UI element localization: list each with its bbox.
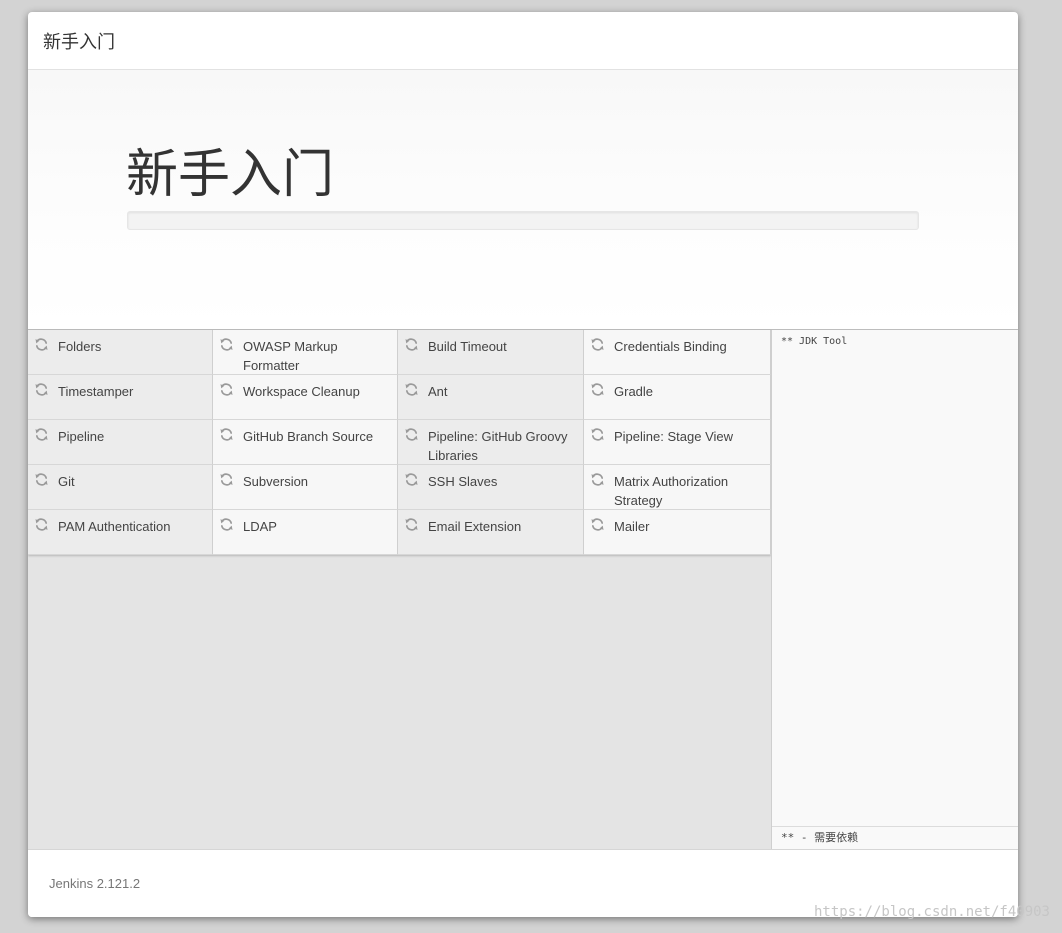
- plugin-name: Ant: [428, 384, 448, 399]
- plugin-name: Mailer: [614, 519, 650, 534]
- refresh-icon: [404, 472, 419, 487]
- plugin-item: PAM Authentication: [28, 510, 213, 555]
- plugin-item: LDAP: [213, 510, 398, 555]
- plugin-name: Pipeline: Stage View: [614, 429, 734, 444]
- refresh-icon: [34, 337, 49, 352]
- refresh-icon: [590, 337, 605, 352]
- refresh-icon: [590, 427, 605, 442]
- plugin-item: SSH Slaves: [398, 465, 584, 510]
- refresh-icon: [404, 337, 419, 352]
- plugin-name: Email Extension: [428, 519, 522, 534]
- refresh-icon: [219, 472, 234, 487]
- plugin-item: Pipeline: GitHub Groovy Libraries: [398, 420, 584, 465]
- plugin-item: Ant: [398, 375, 584, 420]
- plugin-name: Gradle: [614, 384, 654, 399]
- plugin-item: Folders: [28, 330, 213, 375]
- refresh-icon: [404, 382, 419, 397]
- plugin-name: OWASP Markup Formatter: [243, 339, 338, 373]
- refresh-icon: [219, 337, 234, 352]
- dialog-title: 新手入门: [43, 31, 115, 52]
- plugin-name: GitHub Branch Source: [243, 429, 374, 444]
- plugin-name: Git: [58, 474, 75, 489]
- plugin-item: Email Extension: [398, 510, 584, 555]
- plugin-item: Credentials Binding: [584, 330, 771, 375]
- watermark: https://blog.csdn.net/f40903: [813, 904, 1050, 920]
- plugin-name: Subversion: [243, 474, 309, 489]
- plugin-name: LDAP: [243, 519, 277, 534]
- plugin-name: SSH Slaves: [428, 474, 498, 489]
- hero-title: 新手入门: [126, 145, 335, 205]
- install-progress-bar: [127, 211, 919, 230]
- refresh-icon: [219, 382, 234, 397]
- plugin-name: Pipeline: [58, 429, 105, 444]
- refresh-icon: [590, 472, 605, 487]
- plugin-item: Workspace Cleanup: [213, 375, 398, 420]
- plugin-item: GitHub Branch Source: [213, 420, 398, 465]
- install-log-text: ** JDK Tool: [781, 336, 848, 347]
- refresh-icon: [34, 427, 49, 442]
- plugin-item: OWASP Markup Formatter: [213, 330, 398, 375]
- install-content: Folders OWASP Markup Formatter Build Timeo…: [28, 330, 1018, 849]
- hero-section: 新手入门: [28, 70, 1018, 330]
- setup-wizard-dialog: 新手入门 新手入门 Folders OWASP Markup Formatter B…: [28, 12, 1018, 917]
- plugin-name: Matrix Authorization Strategy: [614, 474, 729, 508]
- plugin-name: Credentials Binding: [614, 339, 727, 354]
- refresh-icon: [590, 382, 605, 397]
- plugin-name: Pipeline: GitHub Groovy Libraries: [428, 429, 568, 463]
- refresh-icon: [34, 472, 49, 487]
- plugin-name: Timestamper: [58, 384, 134, 399]
- dependency-legend: ** - 需要依赖: [772, 826, 1018, 849]
- plugin-name: PAM Authentication: [58, 519, 171, 534]
- dialog-header: 新手入门: [28, 12, 1018, 70]
- refresh-icon: [219, 427, 234, 442]
- plugin-item: Build Timeout: [398, 330, 584, 375]
- refresh-icon: [404, 427, 419, 442]
- plugin-item: Gradle: [584, 375, 771, 420]
- jenkins-version: Jenkins 2.121.2: [49, 876, 141, 891]
- install-log-panel[interactable]: ** JDK Tool ** - 需要依赖: [771, 330, 1018, 849]
- refresh-icon: [34, 517, 49, 532]
- refresh-icon: [34, 382, 49, 397]
- plugin-item: Git: [28, 465, 213, 510]
- plugin-grid: Folders OWASP Markup Formatter Build Timeo…: [28, 330, 771, 555]
- refresh-icon: [219, 517, 234, 532]
- plugin-item: Pipeline: [28, 420, 213, 465]
- plugin-name: Folders: [58, 339, 102, 354]
- plugin-name: Build Timeout: [428, 339, 507, 354]
- plugin-item: Timestamper: [28, 375, 213, 420]
- plugin-item: Subversion: [213, 465, 398, 510]
- plugin-item: Matrix Authorization Strategy: [584, 465, 771, 510]
- plugin-item: Pipeline: Stage View: [584, 420, 771, 465]
- plugin-item: Mailer: [584, 510, 771, 555]
- plugin-name: Workspace Cleanup: [243, 384, 360, 399]
- refresh-icon: [404, 517, 419, 532]
- refresh-icon: [590, 517, 605, 532]
